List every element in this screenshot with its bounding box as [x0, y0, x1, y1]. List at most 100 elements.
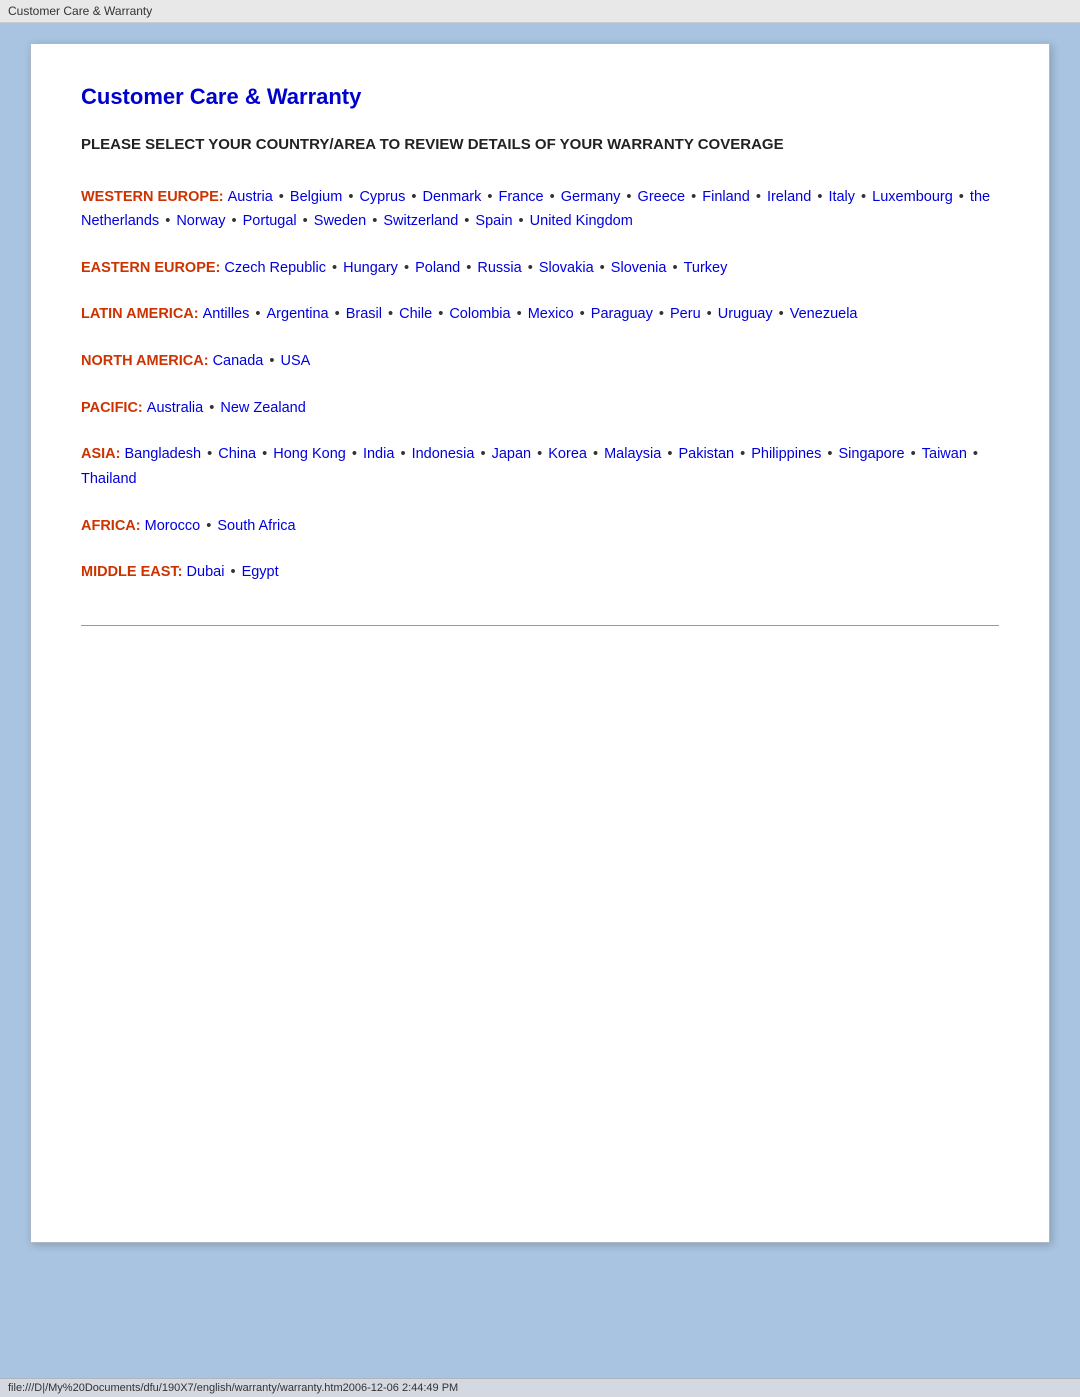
region-block-north-america: NORTH AMERICA: Canada • USA [81, 349, 999, 374]
region-block-latin-america: LATIN AMERICA: Antilles • Argentina • Br… [81, 302, 999, 327]
region-label-pacific: PACIFIC: [81, 400, 147, 416]
country-link-poland[interactable]: Poland [415, 260, 460, 276]
region-block-africa: AFRICA: Morocco • South Africa [81, 514, 999, 539]
bullet-separator: • [483, 189, 496, 205]
bullet-separator: • [476, 446, 489, 462]
bullet-separator: • [752, 189, 765, 205]
country-link-germany[interactable]: Germany [561, 189, 621, 205]
country-link-antilles[interactable]: Antilles [203, 306, 250, 322]
country-link-russia[interactable]: Russia [477, 260, 521, 276]
country-link-hong-kong[interactable]: Hong Kong [273, 446, 346, 462]
country-link-south-africa[interactable]: South Africa [217, 518, 295, 534]
country-link-venezuela[interactable]: Venezuela [790, 306, 858, 322]
country-link-denmark[interactable]: Denmark [423, 189, 482, 205]
country-link-uruguay[interactable]: Uruguay [718, 306, 773, 322]
country-link-malaysia[interactable]: Malaysia [604, 446, 661, 462]
title-bar-text: Customer Care & Warranty [8, 4, 152, 18]
country-link-slovakia[interactable]: Slovakia [539, 260, 594, 276]
country-link-canada[interactable]: Canada [213, 353, 264, 369]
country-link-taiwan[interactable]: Taiwan [922, 446, 967, 462]
region-label-eastern-europe: EASTERN EUROPE: [81, 260, 224, 276]
bullet-separator: • [299, 213, 312, 229]
country-link-czech-republic[interactable]: Czech Republic [224, 260, 326, 276]
country-link-brasil[interactable]: Brasil [346, 306, 382, 322]
country-link-portugal[interactable]: Portugal [243, 213, 297, 229]
country-link-china[interactable]: China [218, 446, 256, 462]
bullet-separator: • [955, 189, 968, 205]
region-block-asia: ASIA: Bangladesh • China • Hong Kong • I… [81, 442, 999, 491]
country-link-slovenia[interactable]: Slovenia [611, 260, 667, 276]
country-link-luxembourg[interactable]: Luxembourg [872, 189, 953, 205]
bullet-separator: • [348, 446, 361, 462]
country-link-paraguay[interactable]: Paraguay [591, 306, 653, 322]
country-link-united-kingdom[interactable]: United Kingdom [530, 213, 633, 229]
country-link-philippines[interactable]: Philippines [751, 446, 821, 462]
country-link-hungary[interactable]: Hungary [343, 260, 398, 276]
country-link-spain[interactable]: Spain [475, 213, 512, 229]
country-link-chile[interactable]: Chile [399, 306, 432, 322]
bullet-separator: • [462, 260, 475, 276]
country-link-sweden[interactable]: Sweden [314, 213, 366, 229]
region-block-western-europe: WESTERN EUROPE: Austria • Belgium • Cypr… [81, 185, 999, 234]
country-link-india[interactable]: India [363, 446, 394, 462]
bullet-separator: • [546, 189, 559, 205]
bullet-separator: • [202, 518, 215, 534]
bullet-separator: • [907, 446, 920, 462]
bullet-separator: • [533, 446, 546, 462]
page-subtitle: PLEASE SELECT YOUR COUNTRY/AREA TO REVIE… [81, 134, 999, 157]
country-link-peru[interactable]: Peru [670, 306, 701, 322]
status-bar: file:///D|/My%20Documents/dfu/190X7/engl… [0, 1378, 1080, 1397]
bullet-separator: • [205, 400, 218, 416]
country-link-france[interactable]: France [498, 189, 543, 205]
region-label-asia: ASIA: [81, 446, 125, 462]
status-bar-text: file:///D|/My%20Documents/dfu/190X7/engl… [8, 1382, 458, 1394]
region-block-middle-east: MIDDLE EAST: Dubai • Egypt [81, 560, 999, 585]
country-link-norway[interactable]: Norway [176, 213, 225, 229]
country-link-morocco[interactable]: Morocco [145, 518, 201, 534]
bullet-separator: • [331, 306, 344, 322]
bullet-separator: • [823, 446, 836, 462]
bullet-separator: • [344, 189, 357, 205]
country-link-usa[interactable]: USA [281, 353, 311, 369]
bullet-separator: • [857, 189, 870, 205]
country-link-pakistan[interactable]: Pakistan [678, 446, 734, 462]
bullet-separator: • [227, 213, 240, 229]
regions-container: WESTERN EUROPE: Austria • Belgium • Cypr… [81, 185, 999, 585]
country-link-ireland[interactable]: Ireland [767, 189, 811, 205]
country-link-greece[interactable]: Greece [638, 189, 686, 205]
bullet-separator: • [596, 260, 609, 276]
country-link-belgium[interactable]: Belgium [290, 189, 342, 205]
region-block-pacific: PACIFIC: Australia • New Zealand [81, 396, 999, 421]
country-link-italy[interactable]: Italy [828, 189, 855, 205]
country-link-indonesia[interactable]: Indonesia [412, 446, 475, 462]
country-link-thailand[interactable]: Thailand [81, 471, 137, 487]
region-label-north-america: NORTH AMERICA: [81, 353, 213, 369]
region-label-latin-america: LATIN AMERICA: [81, 306, 203, 322]
bullet-separator: • [524, 260, 537, 276]
bullet-separator: • [663, 446, 676, 462]
country-link-egypt[interactable]: Egypt [242, 564, 279, 580]
bullet-separator: • [969, 446, 978, 462]
country-link-cyprus[interactable]: Cyprus [359, 189, 405, 205]
country-link-japan[interactable]: Japan [492, 446, 532, 462]
country-link-colombia[interactable]: Colombia [449, 306, 510, 322]
bullet-separator: • [384, 306, 397, 322]
country-link-new-zealand[interactable]: New Zealand [220, 400, 305, 416]
bullet-separator: • [576, 306, 589, 322]
country-link-switzerland[interactable]: Switzerland [383, 213, 458, 229]
bullet-separator: • [775, 306, 788, 322]
country-link-dubai[interactable]: Dubai [187, 564, 225, 580]
bullet-separator: • [265, 353, 278, 369]
country-link-bangladesh[interactable]: Bangladesh [125, 446, 202, 462]
country-link-mexico[interactable]: Mexico [528, 306, 574, 322]
country-link-argentina[interactable]: Argentina [267, 306, 329, 322]
country-link-turkey[interactable]: Turkey [684, 260, 728, 276]
country-link-finland[interactable]: Finland [702, 189, 750, 205]
country-link-australia[interactable]: Australia [147, 400, 203, 416]
divider [81, 625, 999, 626]
bullet-separator: • [251, 306, 264, 322]
country-link-austria[interactable]: Austria [228, 189, 273, 205]
bullet-separator: • [813, 189, 826, 205]
country-link-singapore[interactable]: Singapore [839, 446, 905, 462]
country-link-korea[interactable]: Korea [548, 446, 587, 462]
